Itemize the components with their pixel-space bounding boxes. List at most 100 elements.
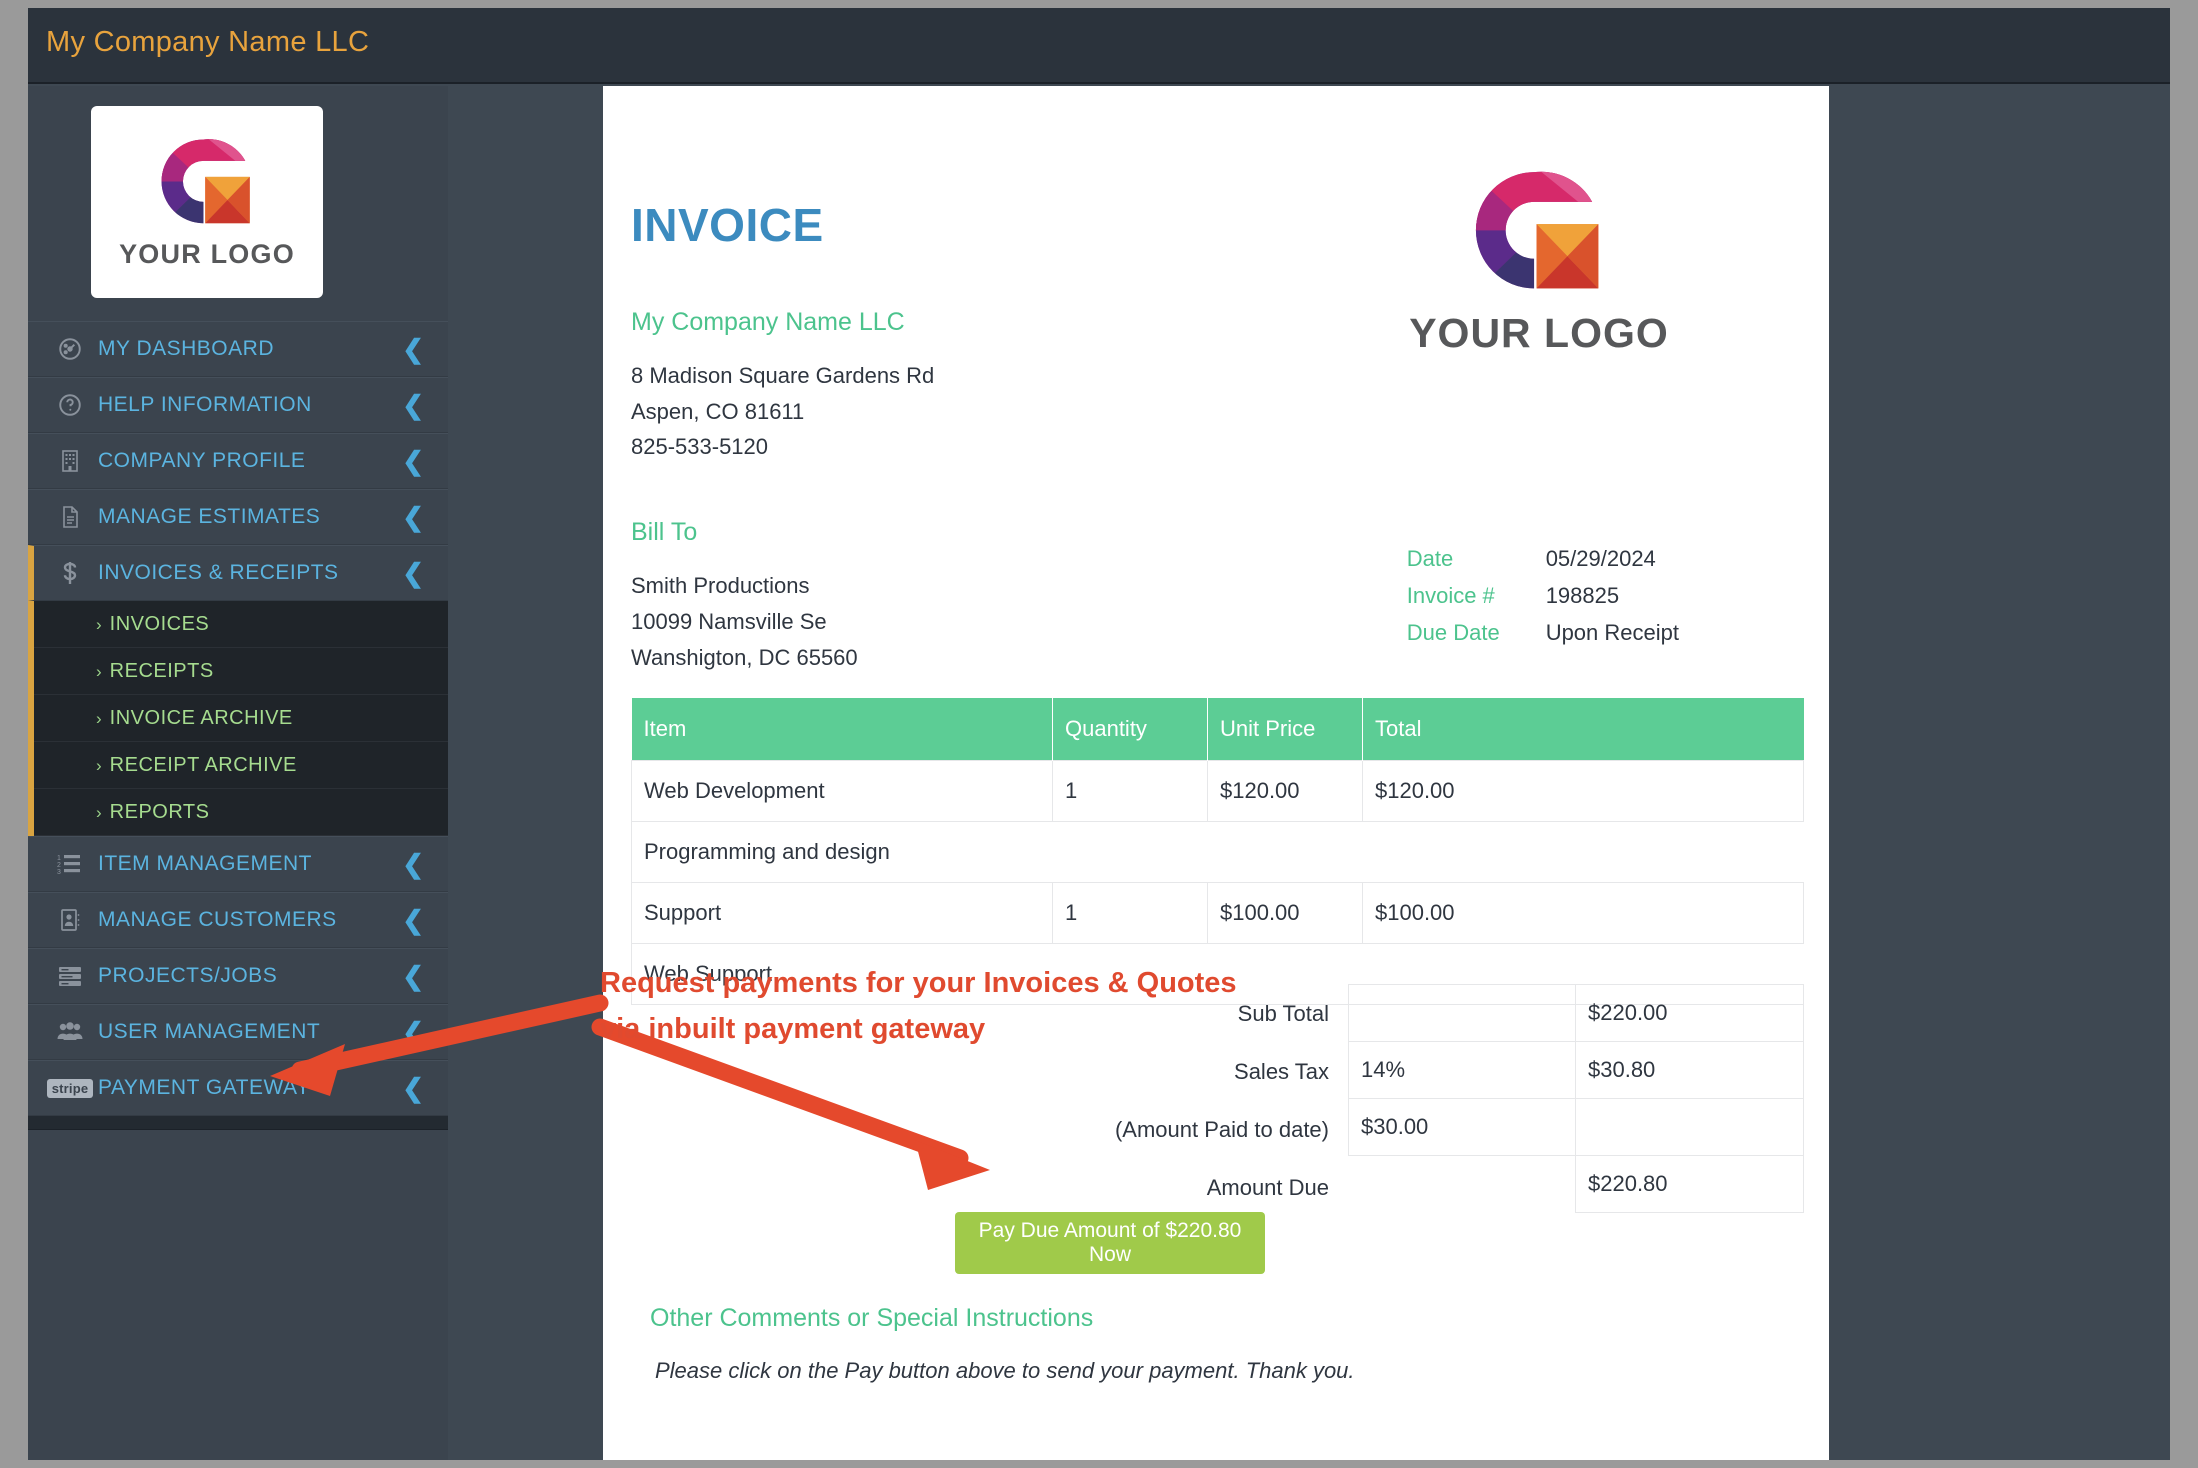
sidebar-item-help-information[interactable]: HELP INFORMATION ❮	[28, 377, 448, 433]
sidebar-subitem-receipts[interactable]: › RECEIPTS	[34, 648, 448, 695]
server-rows-icon	[55, 961, 85, 991]
sidebar-item-label: COMPANY PROFILE	[98, 449, 306, 472]
brand-logo-square	[1536, 224, 1599, 289]
sidebar-logo: YOUR LOGO	[91, 106, 323, 298]
sidebar-nav-bottom-edge	[28, 1116, 448, 1130]
cell-description: Programming and design	[631, 821, 1804, 883]
brand-logo-icon	[161, 138, 250, 223]
column-header-unit-price: Unit Price	[1207, 698, 1363, 761]
dashboard-gauge-icon	[55, 334, 85, 364]
brand-logo-icon	[1475, 171, 1599, 289]
chevron-left-icon[interactable]: ❮	[402, 907, 424, 933]
invoice-company-name: My Company Name LLC	[631, 308, 905, 336]
invoice-meta-key: Invoice #	[1406, 583, 1495, 608]
cell-quantity: 1	[1052, 760, 1208, 822]
question-circle-icon	[55, 390, 85, 420]
totals-amount-sub-total: $220.00	[1575, 984, 1804, 1042]
sidebar-item-label: HELP INFORMATION	[98, 393, 312, 416]
chevron-right-icon: ›	[96, 755, 102, 775]
pay-due-amount-button[interactable]: Pay Due Amount of $220.80 Now	[955, 1212, 1265, 1274]
chevron-left-icon[interactable]: ❮	[402, 963, 424, 989]
invoice-heading: INVOICE	[631, 199, 824, 251]
totals-mid-sub-total	[1348, 984, 1576, 1042]
chevron-left-icon[interactable]: ❮	[402, 392, 424, 418]
cell-item: Web Development	[631, 760, 1053, 822]
sidebar: YOUR LOGO MY DASHBOARD ❮ HELP INFORMATIO…	[28, 86, 448, 1460]
sidebar-item-label: USER MANAGEMENT	[98, 1020, 321, 1043]
svg-text:3: 3	[57, 869, 61, 876]
sidebar-item-manage-customers[interactable]: MANAGE CUSTOMERS ❮	[28, 892, 448, 948]
totals-row-amount-paid: $30.00	[1348, 1098, 1804, 1156]
chevron-right-icon: ›	[96, 802, 102, 822]
chevron-left-icon[interactable]: ❮	[402, 336, 424, 362]
sidebar-item-label: PROJECTS/JOBS	[98, 964, 278, 987]
column-header-quantity: Quantity	[1052, 698, 1208, 761]
invoice-logo: YOUR LOGO	[1379, 166, 1699, 357]
sidebar-subitem-label: INVOICE ARCHIVE	[109, 706, 293, 729]
invoice-meta-value: 198825	[1545, 583, 1620, 608]
sidebar-item-label: MY DASHBOARD	[98, 337, 274, 360]
sidebar-item-company-profile[interactable]: COMPANY PROFILE ❮	[28, 433, 448, 489]
sidebar-subitem-label: REPORTS	[109, 800, 210, 823]
totals-mid-sales-tax: 14%	[1348, 1041, 1576, 1099]
table-row-description: Programming and design	[631, 821, 1804, 883]
sidebar-item-my-dashboard[interactable]: MY DASHBOARD ❮	[28, 321, 448, 377]
invoice-items-table: Item Quantity Unit Price Total Web Devel…	[631, 698, 1804, 1005]
users-group-icon	[55, 1017, 85, 1047]
table-row: Support 1 $100.00 $100.00	[631, 882, 1804, 944]
totals-row-amount-due: $220.80	[1349, 1155, 1804, 1213]
bill-to-heading: Bill To	[631, 518, 698, 546]
svg-text:2: 2	[57, 862, 61, 869]
sidebar-subitem-invoices[interactable]: › INVOICES	[34, 601, 448, 648]
sidebar-item-label: MANAGE ESTIMATES	[98, 505, 321, 528]
app-title: My Company Name LLC	[46, 26, 370, 58]
svg-text:1: 1	[57, 855, 61, 862]
totals-amount-sales-tax: $30.80	[1575, 1041, 1804, 1099]
annotation-line-1: Request payments for your Invoices & Quo…	[600, 967, 1237, 999]
annotation-line-2: via inbuilt payment gateway	[600, 1013, 986, 1045]
comments-heading: Other Comments or Special Instructions	[650, 1304, 1094, 1332]
company-address-line-1: 8 Madison Square Gardens Rd	[631, 363, 935, 388]
sidebar-item-item-management[interactable]: 1 2 3 ITEM MANAGEMENT ❮	[28, 836, 448, 892]
column-header-item: Item	[631, 698, 1053, 761]
invoice-meta: Date 05/29/2024 Invoice # 198825 Due Dat…	[1407, 546, 1679, 646]
table-row: Web Development 1 $120.00 $120.00	[631, 760, 1804, 822]
invoice-meta-key: Due Date	[1406, 620, 1500, 645]
address-book-icon	[55, 905, 85, 935]
main-content: INVOICE My Company Name LLC 8 Madison Sq…	[448, 86, 2170, 1460]
numbered-list-icon: 1 2 3	[55, 849, 85, 879]
totals-label-amount-paid: (Amount Paid to date)	[1114, 1117, 1329, 1142]
sidebar-subitem-receipt-archive[interactable]: › RECEIPT ARCHIVE	[34, 742, 448, 789]
stripe-badge-icon: stripe	[46, 1073, 94, 1103]
chevron-left-icon[interactable]: ❮	[402, 448, 424, 474]
bill-to-line-2: Wanshigton, DC 65560	[631, 645, 858, 670]
sidebar-item-projects-jobs[interactable]: PROJECTS/JOBS ❮	[28, 948, 448, 1004]
chevron-left-icon[interactable]: ❮	[402, 1075, 424, 1101]
chevron-left-icon[interactable]: ❮	[402, 504, 424, 530]
sidebar-subitem-reports[interactable]: › REPORTS	[34, 789, 448, 836]
invoice-logo-word: YOUR LOGO	[1409, 310, 1669, 356]
bill-to-name: Smith Productions	[631, 573, 810, 598]
stripe-badge-label: stripe	[46, 1078, 94, 1098]
brand-logo-square	[205, 176, 250, 223]
sidebar-subitem-invoice-archive[interactable]: › INVOICE ARCHIVE	[34, 695, 448, 742]
sidebar-item-label: MANAGE CUSTOMERS	[98, 908, 337, 931]
cell-unit-price: $100.00	[1207, 882, 1363, 944]
cell-item: Support	[631, 882, 1053, 944]
sidebar-item-invoices-and-receipts[interactable]: INVOICES & RECEIPTS ❮	[28, 545, 448, 601]
invoice-meta-value: 05/29/2024	[1545, 546, 1656, 571]
invoice-meta-value: Upon Receipt	[1545, 620, 1679, 645]
chevron-left-icon[interactable]: ❮	[402, 851, 424, 877]
cell-unit-price: $120.00	[1207, 760, 1363, 822]
chevron-left-icon[interactable]: ❮	[402, 560, 424, 586]
invoice-totals-table: $220.00 14% $30.80 $30.00 $220.80	[1348, 984, 1804, 1213]
chevron-right-icon: ›	[96, 708, 102, 728]
sidebar-item-payment-gateway[interactable]: stripe PAYMENT GATEWAY ❮	[28, 1060, 448, 1116]
sidebar-item-manage-estimates[interactable]: MANAGE ESTIMATES ❮	[28, 489, 448, 545]
annotation-callout-text: Request payments for your Invoices & Quo…	[600, 960, 1320, 1052]
sidebar-item-user-management[interactable]: USER MANAGEMENT ❮	[28, 1004, 448, 1060]
cell-quantity: 1	[1052, 882, 1208, 944]
chevron-left-icon[interactable]: ❮	[402, 1019, 424, 1045]
totals-mid-amount-due	[1349, 1156, 1576, 1213]
app-window: My Company Name LLC YOUR LOGO MY DASHBOA…	[28, 8, 2170, 1460]
